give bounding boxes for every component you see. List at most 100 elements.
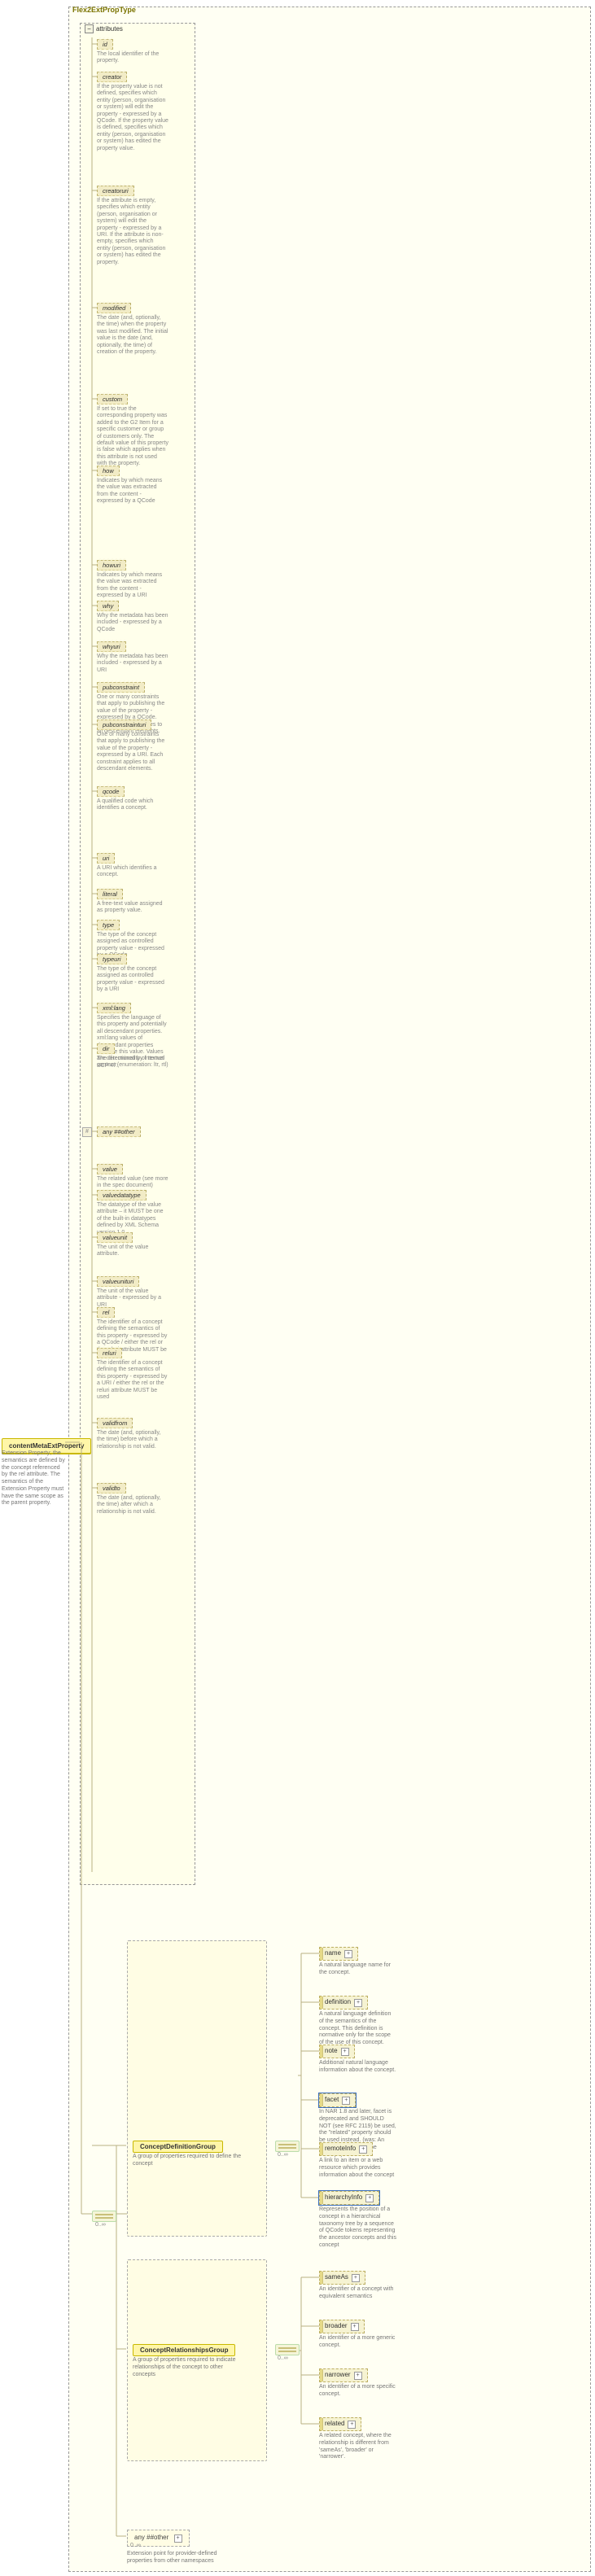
element-desc: A natural language name for the concept. (319, 1962, 396, 1977)
concept-definition-group (127, 1940, 267, 2237)
attr-name: pubconstraint (97, 682, 145, 693)
expand-icon[interactable]: + (348, 2421, 356, 2429)
attr-valueunit[interactable]: valueunitThe unit of the value attribute… (97, 1232, 178, 1258)
attr-typeuri[interactable]: typeuri The type of the concept assigned … (97, 954, 178, 994)
attr-dir[interactable]: dir The directionality of textual content… (97, 1043, 178, 1069)
attr-reluri[interactable]: reluri The identifier of a concept defini… (97, 1348, 178, 1401)
occurrence-main: 0..∞ (95, 2222, 106, 2228)
expand-icon[interactable]: + (359, 2145, 367, 2154)
element-desc: Additional natural language information … (319, 2060, 396, 2075)
expand-icon[interactable]: + (354, 2372, 362, 2380)
attr-desc: One or many constraints that apply to pu… (97, 732, 168, 772)
expand-icon[interactable]: + (341, 2048, 349, 2056)
attr-name: literal (97, 889, 123, 899)
attr-desc: Indicates by which means the value was e… (97, 478, 168, 505)
attr-name: validto (97, 1483, 126, 1494)
attr-literal[interactable]: literal A free-text value assigned as pro… (97, 889, 178, 915)
element-broader[interactable]: broader+An identifier of a more generic … (319, 2320, 396, 2350)
attr-name: creatoruri (97, 186, 134, 196)
attr-validfrom[interactable]: validfrom The date (and, optionally, the … (97, 1418, 178, 1450)
attr-name: rel (97, 1307, 115, 1318)
root-element-desc: Extension Property; the semantics are de… (2, 1450, 67, 1507)
element-desc: An identifier of a more generic concept. (319, 2335, 396, 2350)
expand-icon[interactable]: + (354, 1999, 362, 2007)
element-hierarchyinfo[interactable]: hierarchyInfo+Represents the position of… (319, 2191, 396, 2250)
element-related[interactable]: related+A related concept, where the rel… (319, 2417, 396, 2461)
attr-any-other[interactable]: #any ##other (97, 1126, 178, 1137)
attr-custom[interactable]: customIf set to true the corresponding p… (97, 394, 178, 468)
attr-name: pubconstrainturi (97, 719, 151, 730)
expand-icon[interactable]: + (351, 2323, 359, 2331)
collapse-icon[interactable]: − (85, 24, 94, 33)
attr-validto[interactable]: validtoThe date (and, optionally, the ti… (97, 1483, 178, 1515)
element-definition[interactable]: definition+A natural language definition… (319, 1996, 396, 2047)
element-name[interactable]: name+A natural language name for the con… (319, 1947, 396, 1977)
attr-id[interactable]: idThe local identifier of the property. (97, 39, 178, 65)
expand-icon[interactable]: + (352, 2274, 360, 2282)
element-desc: An identifier of a more specific concept… (319, 2384, 396, 2399)
attr-name: valuedatatype (97, 1190, 147, 1201)
attr-how[interactable]: how Indicates by which means the value wa… (97, 466, 178, 505)
element-narrower[interactable]: narrower+An identifier of a more specifi… (319, 2368, 396, 2399)
attr-pubconstrainturi[interactable]: pubconstrainturi One or many constraints … (97, 719, 178, 772)
attr-name: typeuri (97, 954, 127, 964)
concept-relationships-desc: A group of properties required to indica… (133, 2357, 247, 2378)
diagram-canvas: { "pane": { "title": "Flex2ExtPropType" … (0, 0, 595, 2576)
attr-name: creator (97, 72, 127, 82)
element-remoteinfo[interactable]: remoteInfo+A link to an item or a web re… (319, 2142, 396, 2179)
expand-icon[interactable]: + (344, 1950, 352, 1958)
attr-modified[interactable]: modifiedThe date (and, optionally, the t… (97, 303, 178, 356)
attr-desc: Why the metadata has been included - exp… (97, 613, 168, 633)
attr-creatoruri[interactable]: creatoruri If the attribute is empty, spe… (97, 186, 178, 266)
attributes-label: −attributes (85, 24, 123, 33)
attr-desc: The date (and, optionally, the time) whe… (97, 315, 168, 356)
attr-name: how (97, 466, 120, 476)
attr-valuedatatype[interactable]: valuedatatypeThe datatype of the value a… (97, 1190, 178, 1236)
element-desc: An identifier of a concept with equivale… (319, 2286, 396, 2301)
attr-why[interactable]: why Why the metadata has been included - … (97, 601, 178, 633)
occurrence-rel: 0..∞ (278, 2355, 288, 2361)
attr-name: custom (97, 394, 128, 405)
expand-icon[interactable]: + (174, 2534, 182, 2543)
attr-desc: If the property value is not defined, sp… (97, 84, 168, 152)
attr-name: type (97, 920, 120, 930)
attr-desc: If set to true the corresponding propert… (97, 406, 168, 468)
attr-qcode[interactable]: qcodeA qualified code which identifies a… (97, 786, 178, 812)
attr-value[interactable]: valueThe related value (see more in the … (97, 1164, 178, 1190)
attr-uri[interactable]: uriA URI which identifies a concept. (97, 853, 178, 879)
attr-creator[interactable]: creator If the property value is not defi… (97, 72, 178, 152)
attr-name: dir (97, 1043, 115, 1054)
attr-desc: The directionality of textual content (e… (97, 1056, 168, 1069)
attr-desc: A qualified code which identifies a conc… (97, 798, 168, 812)
attr-name: any ##other (97, 1126, 141, 1137)
element-desc: A natural language definition of the sem… (319, 2011, 396, 2047)
attr-name: id (97, 39, 113, 50)
concept-definition-title[interactable]: ConceptDefinitionGroup (133, 2141, 223, 2153)
hash-icon: # (82, 1127, 92, 1137)
element-note[interactable]: note+Additional natural language informa… (319, 2045, 396, 2075)
attr-desc: If the attribute is empty, specifies whi… (97, 198, 168, 266)
attr-desc: The unit of the value attribute. (97, 1244, 168, 1258)
sequence-node-def (275, 2141, 300, 2152)
attr-desc: The local identifier of the property. (97, 51, 168, 65)
concept-definition-desc: A group of properties required to define… (133, 2154, 247, 2168)
attr-desc: Indicates by which means the value was e… (97, 572, 168, 600)
attr-name: validfrom (97, 1418, 133, 1428)
attr-desc: The date (and, optionally, the time) bef… (97, 1430, 168, 1450)
attr-name: why (97, 601, 119, 611)
concept-relationships-title[interactable]: ConceptRelationshipsGroup (133, 2344, 235, 2356)
attr-valueunituri[interactable]: valueunituriThe unit of the value attrib… (97, 1276, 178, 1309)
element-sameas[interactable]: sameAs+An identifier of a concept with e… (319, 2271, 396, 2301)
attr-whyuri[interactable]: whyuriWhy the metadata has been included… (97, 641, 178, 674)
attr-desc: A free-text value assigned as property v… (97, 901, 168, 915)
element-desc: A related concept, where the relationshi… (319, 2433, 396, 2461)
expand-icon[interactable]: + (365, 2194, 374, 2202)
attr-howuri[interactable]: howuriIndicates by which means the value… (97, 560, 178, 600)
expand-icon[interactable]: + (342, 2097, 350, 2105)
attr-name: howuri (97, 560, 126, 571)
attr-desc: The type of the concept assigned as cont… (97, 966, 168, 994)
type-pane-title: Flex2ExtPropType (72, 6, 136, 14)
attr-name: xml:lang (97, 1003, 131, 1013)
attr-desc: The identifier of a concept defining the… (97, 1360, 168, 1401)
attr-name: reluri (97, 1348, 122, 1358)
